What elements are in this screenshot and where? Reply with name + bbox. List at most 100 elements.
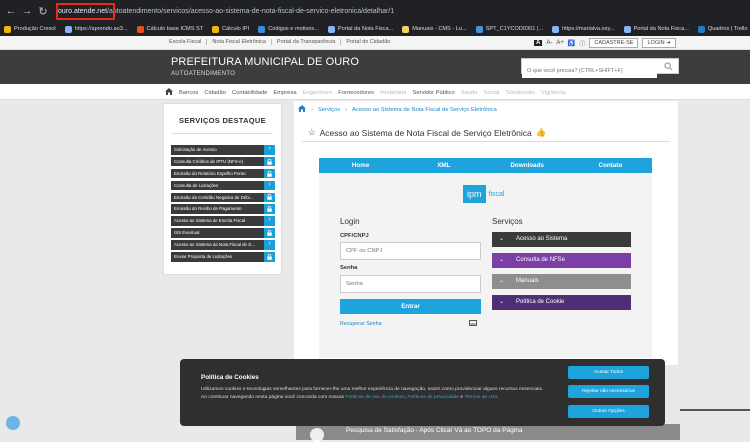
featured-service-label: Emissão do Recibo de Pagamento	[174, 206, 242, 212]
service-button[interactable]: ⌄ Acesso ao Sistema	[492, 232, 631, 247]
chevron-right-icon: ›	[264, 145, 275, 155]
breadcrumb-current[interactable]: Acesso ao Sistema de Nota Fiscal de Serv…	[352, 107, 497, 113]
menu-items: Bancos Cidadão Contabilidade Empresa Engenhe…	[165, 88, 566, 97]
featured-service-item[interactable]: Acesso ao Sistema de Escrita Fiscal ›	[171, 216, 275, 226]
login-icon: ➜	[666, 40, 671, 46]
bookmark-item[interactable]: SPT_C1YCOD0301 |...	[475, 25, 543, 33]
bookmark-label: https://aprendo.ao3...	[74, 26, 128, 32]
cpf-input[interactable]	[340, 242, 481, 260]
terms-of-use-link[interactable]: Termos de Uso	[464, 395, 497, 400]
menu-item[interactable]: Contabilidade	[232, 90, 267, 96]
back-icon[interactable]: ←	[3, 5, 19, 17]
top-link[interactable]: Portal do Cidadão	[341, 39, 395, 45]
top-link[interactable]: Portal da Transparência	[272, 39, 342, 45]
bookmark-label: Portal da Nota Fisca...	[633, 26, 689, 32]
featured-services-title: SERVIÇOS DESTAQUE	[179, 116, 266, 125]
featured-service-item[interactable]: Consulta de Licitações ›	[171, 180, 275, 191]
recover-password-link[interactable]: Recuperar Senha	[340, 321, 382, 327]
home-icon[interactable]	[165, 88, 173, 97]
bookmark-favicon-icon	[258, 25, 266, 33]
top-link[interactable]: Escola Fiscal	[164, 39, 208, 45]
font-decrease-button[interactable]: A-	[546, 40, 552, 46]
featured-service-item[interactable]: Emissão do Recibo de Pagamento	[171, 204, 275, 214]
chevron-down-icon: ⌄	[499, 278, 505, 284]
register-button[interactable]: CADASTRE-SE	[589, 38, 639, 48]
menu-item[interactable]: Cidadão	[204, 90, 226, 96]
star-icon[interactable]: ☆	[308, 127, 316, 138]
featured-service-item[interactable]: Consulta Créditos de IPTU (NFS-e)	[171, 156, 275, 167]
accessibility-icon[interactable]: ♿	[568, 40, 575, 47]
cookie-policy-link[interactable]: Políticas de uso de cookies	[345, 395, 404, 400]
bookmark-item[interactable]: https://marialva.oxy...	[552, 25, 615, 33]
featured-service-item[interactable]: Emissão do Relatório Espelho Ponto	[171, 168, 275, 179]
app-nav-item[interactable]: XML	[402, 158, 485, 173]
menu-item[interactable]: Tabelionato	[505, 90, 535, 96]
app-nav-item[interactable]: Downloads	[486, 158, 569, 173]
menu-item[interactable]: Vigilância	[541, 90, 566, 96]
satisfaction-survey-bar[interactable]: Pesquisa de Satisfação - Após Clicar Vá …	[296, 424, 680, 442]
password-input[interactable]	[340, 275, 481, 293]
reject-unnecessary-button[interactable]: Rejeitar não necessários	[568, 385, 649, 398]
nfse-embedded-app: Home XML Downloads Contato ipm fiscal Login…	[319, 158, 652, 358]
privacy-policy-link[interactable]: Políticas de privacidade	[407, 395, 459, 400]
reload-icon[interactable]: ↻	[35, 5, 51, 18]
bookmark-item[interactable]: Produção Cresol	[4, 25, 56, 33]
bookmark-item[interactable]: Códigos e motivos...	[258, 25, 319, 33]
bookmark-item[interactable]: Portal da Nota Fisca...	[623, 25, 689, 33]
cookie-text: Utilizamos cookies e tecnologias semelha…	[201, 386, 546, 401]
menu-item[interactable]: Imobiliária	[380, 90, 406, 96]
featured-service-item[interactable]: Solicitação de Acesso ›	[171, 145, 275, 155]
divider	[680, 409, 750, 411]
help-icon[interactable]: ⓘ	[579, 39, 585, 48]
bookmark-item[interactable]: https://aprendo.ao3...	[64, 25, 128, 33]
breadcrumb-services[interactable]: Serviços	[318, 107, 340, 113]
contrast-button[interactable]: A	[534, 40, 543, 46]
cookie-settings-icon[interactable]	[6, 416, 20, 430]
app-nav-item[interactable]: Home	[319, 158, 402, 173]
bookmarks-bar: Produção Cresol https://aprendo.ao3... Cál…	[0, 22, 750, 36]
search-icon[interactable]	[664, 62, 673, 71]
lock-icon	[264, 156, 275, 167]
cookie-banner: Política de Cookies Utilizamos cookies e…	[180, 359, 665, 426]
bookmark-item[interactable]: Cálculo IPI	[212, 25, 250, 33]
menu-item[interactable]: Saúde	[461, 90, 478, 96]
bookmark-item[interactable]: Portal da Nota Fisca...	[327, 25, 393, 33]
breadcrumb-home-icon[interactable]	[298, 105, 306, 114]
font-increase-button[interactable]: A+	[556, 40, 564, 46]
featured-service-label: Acesso ao Sistema de Escrita Fiscal	[174, 218, 246, 224]
service-button[interactable]: ⌄ Consulta de NFSe	[492, 253, 631, 268]
satisfaction-text: Pesquisa de Satisfação - Após Clicar Vá …	[346, 427, 523, 434]
featured-service-item[interactable]: Enviar Proposta de Licitações	[171, 252, 275, 262]
menu-item[interactable]: Social	[483, 90, 499, 96]
address-bar[interactable]: ouro.atende.net/autoatendimento/servicos…	[56, 3, 394, 20]
bookmark-label: Cálculo IPI	[222, 26, 250, 32]
menu-item[interactable]: Servidor Público	[412, 90, 454, 96]
search-input[interactable]	[522, 64, 657, 78]
service-button[interactable]: ⌄ Política de Cookie	[492, 295, 631, 310]
bookmark-label: Cálculo base ICMS ST	[146, 26, 204, 32]
menu-item[interactable]: Empresa	[273, 90, 296, 96]
service-button[interactable]: ⌄ Manuais	[492, 274, 631, 289]
forward-icon[interactable]: →	[19, 5, 35, 17]
featured-service-label: Acesso ao Sistema da Nota Fiscal de S...	[174, 242, 255, 248]
featured-service-item[interactable]: Emissão da Certidão Negativa de Débi...	[171, 192, 275, 203]
menu-item[interactable]: Engenheiro	[303, 90, 333, 96]
bookmark-item[interactable]: Quadros | Trello	[697, 25, 748, 33]
page-title: ☆ Acesso ao Sistema de Nota Fiscal de Se…	[308, 127, 546, 138]
top-link[interactable]: Nota Fiscal Eletrônica	[207, 39, 272, 45]
virtual-keyboard-icon[interactable]	[469, 320, 477, 326]
login-submit-button[interactable]: Entrar	[340, 299, 481, 314]
menu-item[interactable]: Bancos	[179, 90, 198, 96]
featured-service-item[interactable]: Acesso ao Sistema da Nota Fiscal de S...…	[171, 240, 275, 250]
bookmark-item[interactable]: Cálculo base ICMS ST	[136, 25, 204, 33]
login-button[interactable]: LOGIN ➜	[642, 38, 676, 48]
other-options-button[interactable]: Outras Opções	[568, 405, 649, 418]
chevron-right-icon: ›	[311, 106, 313, 113]
app-nav-item[interactable]: Contato	[569, 158, 652, 173]
accept-all-button[interactable]: Aceitar Todos	[568, 366, 649, 379]
chevron-down-icon: ⌄	[499, 299, 505, 305]
bookmark-item[interactable]: Manuais - CMS - Lu...	[402, 25, 467, 33]
featured-service-item[interactable]: ISS Eventual	[171, 228, 275, 238]
menu-item[interactable]: Fornecedores	[338, 90, 374, 96]
thumbs-up-icon[interactable]: 👍	[536, 127, 547, 138]
